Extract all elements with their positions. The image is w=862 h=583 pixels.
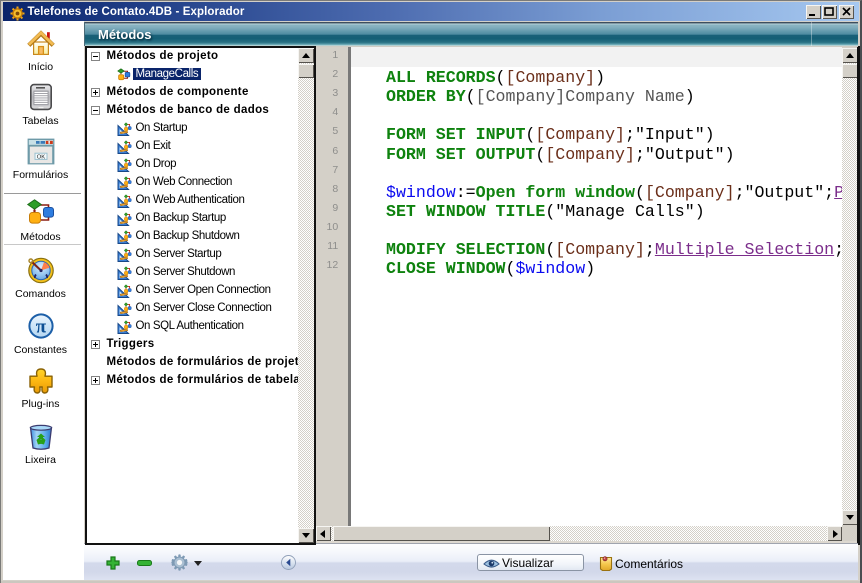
svg-text:OK: OK: [36, 154, 45, 160]
svg-text:π: π: [35, 317, 46, 338]
